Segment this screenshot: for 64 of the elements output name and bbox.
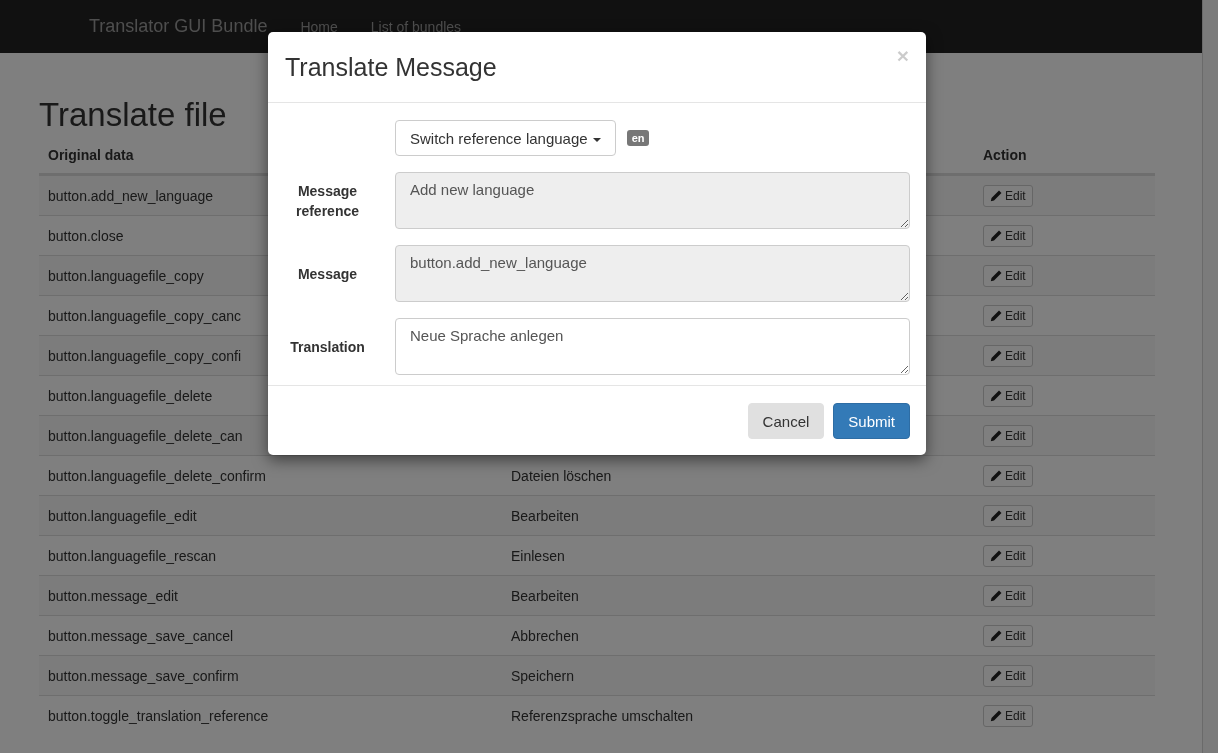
table-cell: Abbrechen [511,627,579,644]
submit-button[interactable]: Submit [833,403,910,439]
table-cell: Referenzsprache umschalten [511,707,694,724]
edit-button[interactable]: Edit [983,304,1033,327]
table-cell: button.languagefile_copy_canc [48,307,242,324]
pencil-icon [990,549,1002,562]
edit-button[interactable]: Edit [983,504,1033,527]
table-cell: button.message_edit [48,587,178,604]
language-badge: en [626,130,650,146]
edit-button[interactable]: Edit [983,344,1033,367]
pencil-icon [990,509,1002,522]
table-cell: Dateien löschen [511,467,612,484]
pencil-icon [990,669,1002,682]
edit-button[interactable]: Edit [983,464,1033,487]
modal-title: Translate Message [285,52,497,82]
column-header: Action [983,147,1027,163]
table-cell: button.languagefile_delete_can [48,427,243,444]
field-label: Message reference [294,181,360,221]
table-cell: button.languagefile_rescan [48,547,217,564]
field-label: Translation [289,337,366,357]
edit-button[interactable]: Edit [983,424,1033,447]
pencil-icon [990,629,1002,642]
table-cell: button.languagefile_delete_confirm [48,467,266,484]
edit-button[interactable]: Edit [983,624,1033,647]
cancel-button[interactable]: Cancel [747,403,825,439]
edit-button[interactable]: Edit [983,584,1033,607]
table-cell: button.languagefile_copy [48,267,204,284]
pencil-icon [990,229,1002,242]
scrollbar[interactable] [1202,0,1218,753]
edit-button[interactable]: Edit [983,544,1033,567]
edit-button[interactable]: Edit [983,704,1033,727]
table-cell: button.languagefile_edit [48,507,197,524]
page-title: Translate file [39,95,228,135]
table-cell: Einlesen [511,547,565,564]
table-cell: Speichern [511,667,575,684]
brand-link[interactable]: Translator GUI Bundle [89,16,268,37]
table-cell: button.add_new_language [48,187,214,204]
field-label: Message [296,264,359,284]
table-cell: button.message_save_confirm [48,667,239,684]
table-cell: button.message_save_cancel [48,627,234,644]
pencil-icon [990,269,1002,282]
column-header: Original data [48,147,134,163]
table-cell: button.close [48,227,124,244]
table-cell: button.languagefile_copy_confi [48,347,242,364]
pencil-icon [990,189,1002,202]
pencil-icon [990,469,1002,482]
edit-button[interactable]: Edit [983,264,1033,287]
pencil-icon [990,349,1002,362]
table-cell: Bearbeiten [511,587,579,604]
table-cell: button.toggle_translation_reference [48,707,269,724]
table-cell: Bearbeiten [511,507,579,524]
reference-language-dropdown[interactable]: Switch reference language [395,120,616,156]
pencil-icon [990,389,1002,402]
pencil-icon [990,709,1002,722]
text-area[interactable]: Neue Sprache anlegen [395,318,910,375]
pencil-icon [990,309,1002,322]
edit-button[interactable]: Edit [983,664,1033,687]
caret-icon [592,137,601,142]
edit-button[interactable]: Edit [983,184,1033,207]
edit-button[interactable]: Edit [983,224,1033,247]
table-cell: button.languagefile_delete [48,387,213,404]
pencil-icon [990,429,1002,442]
edit-button[interactable]: Edit [983,384,1033,407]
pencil-icon [990,589,1002,602]
